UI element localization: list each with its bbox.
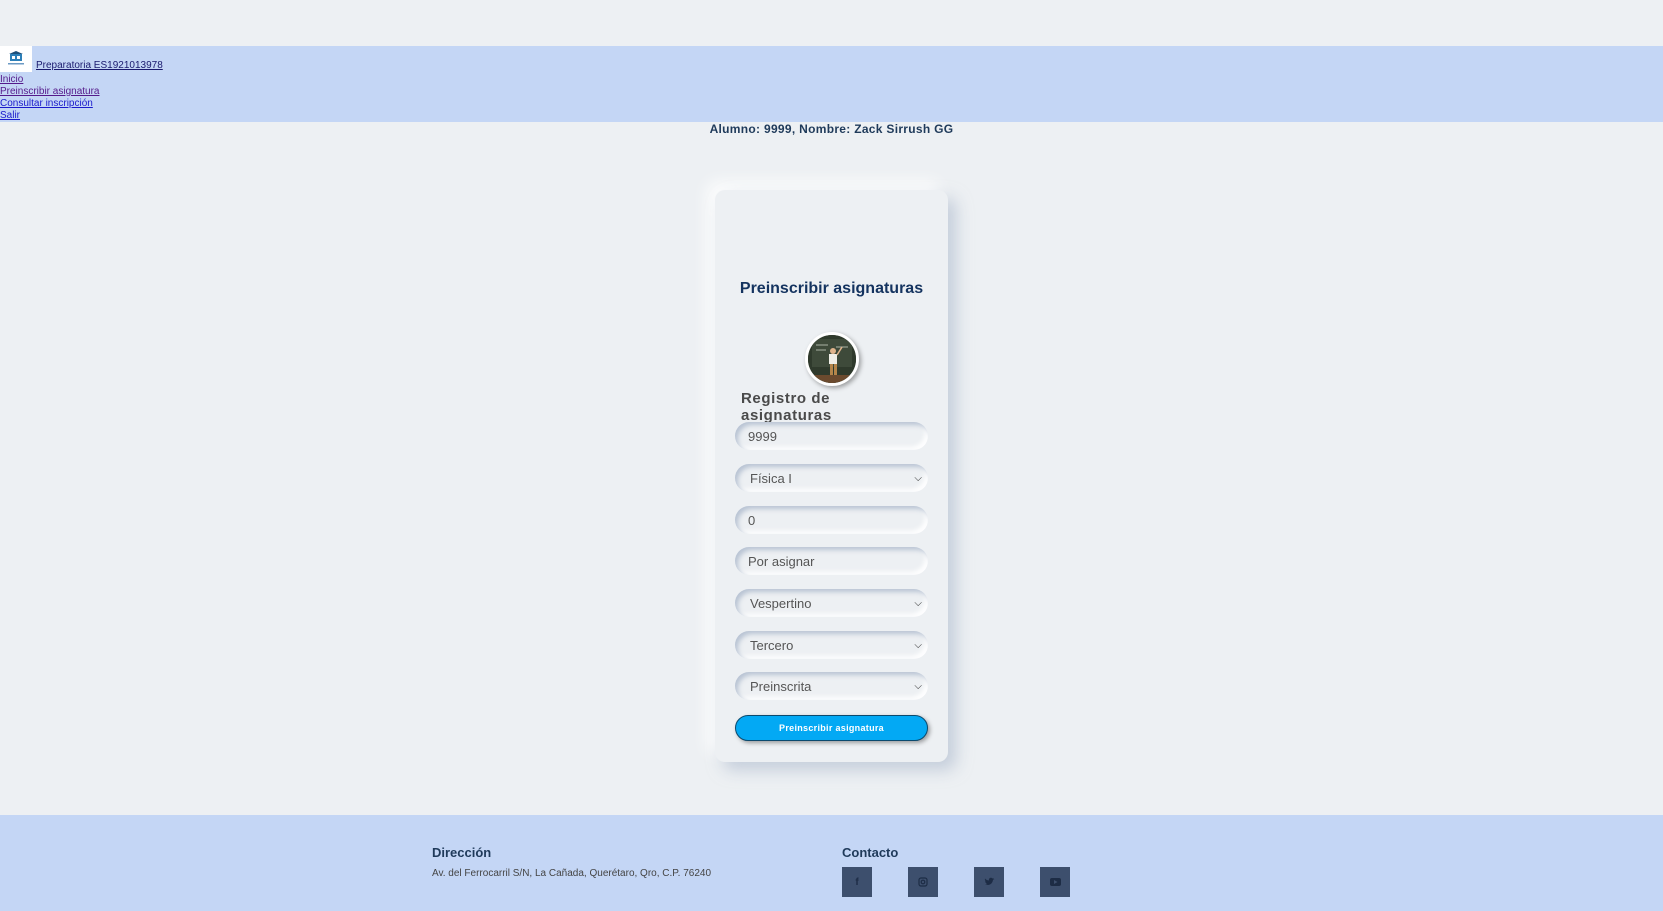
- nav-consultar[interactable]: Consultar inscripción: [0, 98, 100, 110]
- shift-select[interactable]: Vespertino ⌵: [735, 589, 928, 617]
- semester-select[interactable]: Tercero ⌵: [735, 631, 928, 659]
- chevron-down-icon: ⌵: [914, 597, 922, 609]
- twitter-icon[interactable]: [974, 867, 1004, 897]
- brand[interactable]: Preparatoria ES1921013978: [0, 46, 163, 72]
- chevron-down-icon: ⌵: [914, 680, 922, 692]
- teacher-value: Por asignar: [748, 553, 815, 569]
- student-info: Alumno: 9999, Nombre: Zack Sirrush GG: [709, 122, 954, 136]
- main-nav: Inicio Preinscribir asignatura Consultar…: [0, 74, 100, 122]
- grade-input[interactable]: 0: [735, 506, 928, 534]
- school-logo: [0, 46, 32, 72]
- youtube-icon[interactable]: [1040, 867, 1070, 897]
- address-text: Av. del Ferrocarril S/N, La Cañada, Quer…: [432, 868, 712, 879]
- semester-value: Tercero: [750, 637, 794, 653]
- student-id-value: 9999: [748, 428, 777, 444]
- header-bar: [0, 46, 1663, 122]
- teacher-input[interactable]: Por asignar: [735, 547, 928, 575]
- card-title: Preinscribir asignaturas: [739, 280, 924, 297]
- address-title: Dirección: [432, 845, 492, 860]
- shift-value: Vespertino: [750, 595, 812, 611]
- nav-salir[interactable]: Salir: [0, 110, 100, 122]
- status-select[interactable]: Preinscrita ⌵: [735, 672, 928, 700]
- contact-title: Contacto: [842, 845, 899, 860]
- nav-preinscribir[interactable]: Preinscribir asignatura: [0, 86, 100, 98]
- student-id-input[interactable]: 9999: [735, 422, 928, 450]
- facebook-icon[interactable]: f: [842, 867, 872, 897]
- chevron-down-icon: ⌵: [914, 472, 922, 484]
- subject-value: Física I: [750, 470, 792, 486]
- avatar: [805, 332, 859, 386]
- submit-button[interactable]: Preinscribir asignatura: [735, 715, 928, 741]
- instagram-icon[interactable]: [908, 867, 938, 897]
- subject-select[interactable]: Física I ⌵: [735, 464, 928, 492]
- grade-value: 0: [748, 512, 756, 528]
- enrollment-card: Preinscribir asignaturas Registro de asi…: [715, 190, 948, 762]
- chevron-down-icon: ⌵: [914, 639, 922, 651]
- nav-inicio[interactable]: Inicio: [0, 74, 100, 86]
- brand-link[interactable]: Preparatoria ES1921013978: [36, 60, 163, 71]
- status-value: Preinscrita: [750, 678, 812, 694]
- section-title: Registro de asignaturas: [741, 390, 832, 424]
- footer: [0, 815, 1663, 911]
